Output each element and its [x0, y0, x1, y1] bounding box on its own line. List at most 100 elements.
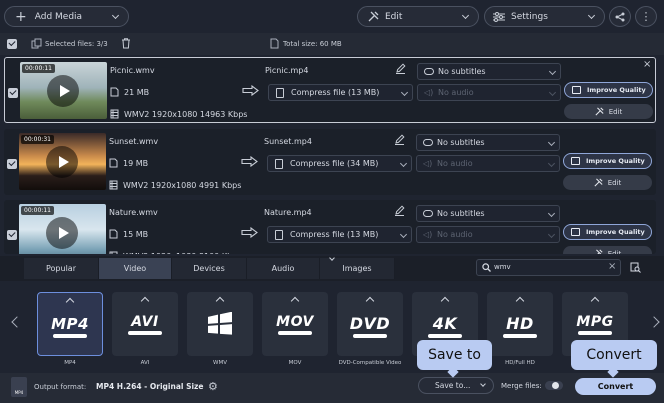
edit-menu-label: Edit: [385, 11, 403, 22]
collapse-panel-button[interactable]: [322, 253, 342, 263]
remove-file-icon[interactable]: ×: [643, 59, 651, 70]
convert-arrow-icon: [241, 227, 258, 238]
rename-pencil-icon[interactable]: [394, 205, 405, 216]
settings-button[interactable]: Settings: [484, 6, 605, 27]
chevron-down-icon: [111, 11, 120, 20]
output-file-name: Picnic.mp4: [265, 66, 309, 75]
chevron-down-icon: [547, 159, 556, 168]
rename-pencil-icon[interactable]: [394, 134, 405, 145]
improve-quality-button[interactable]: Improve Quality: [563, 224, 652, 240]
format-logo-underline: [278, 331, 312, 335]
format-tile-1[interactable]: AVI: [112, 292, 178, 356]
compress-dropdown[interactable]: Compress file (13 MB): [267, 226, 412, 243]
video-thumbnail[interactable]: 00:00:31: [19, 133, 106, 190]
select-all-checkbox[interactable]: [7, 39, 17, 49]
file-checkbox[interactable]: [8, 88, 18, 98]
audio-dropdown: ◁) No audio: [416, 226, 560, 243]
chevron-down-icon: [548, 67, 557, 76]
speaker-icon: ◁): [423, 159, 433, 168]
format-tile-4[interactable]: DVD: [337, 292, 403, 356]
format-finder-button[interactable]: [627, 259, 643, 276]
compress-dropdown[interactable]: Compress file (13 MB): [268, 84, 413, 101]
improve-quality-button[interactable]: Improve Quality: [563, 153, 652, 169]
format-logo-underline: [53, 334, 87, 338]
source-file-name: Sunset.wmv: [109, 137, 159, 146]
format-logo-underline: [503, 334, 537, 338]
convert-button[interactable]: Convert: [575, 378, 656, 395]
chevron-up-icon: [215, 296, 225, 306]
chevron-down-icon: [587, 11, 596, 20]
format-search-box[interactable]: wmv ×: [476, 259, 621, 276]
edit-menu-button[interactable]: Edit: [357, 6, 479, 27]
format-tile-6[interactable]: HD: [487, 292, 553, 356]
chevron-down-icon: [400, 88, 409, 97]
more-vertical-icon: ⋮: [640, 10, 652, 23]
tab-audio[interactable]: Audio: [247, 258, 320, 279]
format-label: HD/Full HD: [505, 360, 535, 366]
more-options-button[interactable]: ⋮: [635, 6, 657, 27]
video-thumbnail[interactable]: 00:00:11: [20, 62, 107, 119]
share-button[interactable]: [609, 6, 631, 27]
edit-file-button[interactable]: Edit: [564, 104, 653, 119]
compress-icon: [275, 230, 283, 240]
total-size: Total size: 60 MB: [283, 40, 342, 48]
trash-icon[interactable]: [121, 38, 131, 49]
audio-dropdown: ◁) No audio: [416, 155, 560, 172]
file-row[interactable]: 00:00:11 Nature.wmv 15 MB WMV2 1920x1080…: [4, 200, 656, 254]
plus-icon: +: [15, 8, 27, 25]
source-file-info: WMV2 1920x1080 4991 Kbps: [123, 181, 242, 190]
chevron-down-icon: [548, 88, 557, 97]
subtitles-value: No subtitles: [438, 67, 486, 76]
selection-bar: Selected files: 3/3 Total size: 60 MB: [0, 33, 664, 55]
sliders-icon: [493, 11, 505, 22]
duration-badge: 00:00:11: [21, 206, 54, 215]
file-row[interactable]: 00:00:31 Sunset.wmv 19 MB WMV2 1920x1080…: [4, 129, 656, 195]
subtitles-dropdown[interactable]: No subtitles: [417, 63, 561, 80]
format-tile-0[interactable]: MP4: [37, 292, 103, 356]
tab-video[interactable]: Video: [99, 258, 172, 279]
subtitles-dropdown[interactable]: No subtitles: [416, 134, 560, 151]
search-icon: [482, 263, 491, 272]
edit-file-button[interactable]: Edit: [563, 246, 652, 254]
speaker-icon: ◁): [424, 88, 434, 97]
source-file-info: WMV2 1920x1080 14963 Kbps: [124, 110, 248, 119]
format-tile-2[interactable]: [187, 292, 253, 356]
play-icon[interactable]: [47, 75, 79, 107]
format-tile-3[interactable]: MOV: [262, 292, 328, 356]
improve-quality-button[interactable]: Improve Quality: [564, 82, 653, 98]
audio-value: No audio: [437, 159, 473, 168]
chevron-down-icon: [461, 11, 470, 20]
format-logo: HD: [506, 314, 534, 333]
file-checkbox[interactable]: [7, 230, 17, 240]
merge-files-toggle[interactable]: [545, 381, 563, 390]
clear-search-icon[interactable]: ×: [608, 261, 616, 272]
file-checkbox[interactable]: [7, 159, 17, 169]
subtitles-dropdown[interactable]: No subtitles: [416, 205, 560, 222]
compress-dropdown[interactable]: Compress file (34 MB): [267, 155, 412, 172]
save-to-label: Save to...: [435, 381, 471, 390]
chevron-up-icon: [65, 297, 75, 307]
rename-pencil-icon[interactable]: [395, 63, 406, 74]
convert-callout: Convert: [571, 340, 657, 370]
tab-label: Audio: [271, 264, 295, 273]
format-logo-underline: [128, 331, 162, 335]
play-icon[interactable]: [46, 217, 78, 249]
search-input[interactable]: wmv: [494, 263, 511, 271]
format-logo-underline: [578, 331, 612, 335]
edit-file-button[interactable]: Edit: [563, 175, 652, 190]
play-icon[interactable]: [46, 146, 78, 178]
compress-value: Compress file (34 MB): [290, 159, 379, 168]
source-file-info: WMV2 1920x1080 8100 Kbps: [123, 252, 241, 254]
chevron-up-icon: [440, 296, 450, 306]
add-media-button[interactable]: + Add Media: [4, 6, 129, 27]
output-settings-gear-icon[interactable]: ⚙: [208, 380, 218, 393]
chevron-down-icon: [547, 138, 556, 147]
chevron-up-icon: [140, 296, 150, 306]
tab-devices[interactable]: Devices: [172, 258, 247, 279]
output-format-label: Output format:: [34, 383, 87, 391]
save-to-button[interactable]: Save to...: [418, 377, 494, 394]
convert-callout-label: Convert: [586, 347, 642, 363]
video-thumbnail[interactable]: 00:00:11: [19, 204, 106, 254]
file-row[interactable]: 00:00:11 Picnic.wmv 21 MB WMV2 1920x1080…: [4, 57, 656, 123]
tab-popular[interactable]: Popular: [24, 258, 99, 279]
